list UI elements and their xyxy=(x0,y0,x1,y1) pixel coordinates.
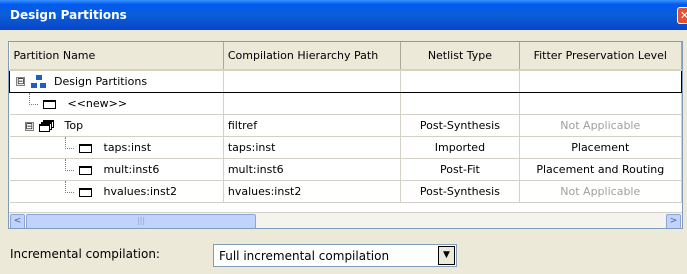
partition-name-cell[interactable]: ⊟ Top xyxy=(9,114,224,137)
hierarchy-path-cell[interactable]: mult:inst6 xyxy=(223,158,402,181)
scroll-thumb[interactable]: ||| xyxy=(26,214,256,228)
tree-connector xyxy=(64,181,74,193)
partition-group-icon xyxy=(39,120,55,132)
partitions-table: Partition Name Compilation Hierarchy Pat… xyxy=(9,42,682,203)
table-header-row: Partition Name Compilation Hierarchy Pat… xyxy=(9,42,682,71)
horizontal-scrollbar[interactable]: < ||| > xyxy=(9,212,682,228)
hierarchy-icon xyxy=(30,74,47,89)
hierarchy-path-cell[interactable]: taps:inst xyxy=(223,136,402,159)
hierarchy-path-cell[interactable]: hvalues:inst2 xyxy=(223,180,402,203)
table-row[interactable]: hvalues:inst2 hvalues:inst2 Post-Synthes… xyxy=(9,180,682,203)
partition-name-cell[interactable]: hvalues:inst2 xyxy=(9,180,224,203)
fitter-level-cell[interactable]: Placement xyxy=(519,136,682,159)
partitions-table-panel: Partition Name Compilation Hierarchy Pat… xyxy=(8,41,683,229)
netlist-type-cell[interactable]: Post-Synthesis xyxy=(400,180,520,203)
partition-name: <<new>> xyxy=(67,97,128,110)
partition-icon xyxy=(79,165,92,175)
hierarchy-path-cell[interactable] xyxy=(223,92,402,115)
table-row[interactable]: <<new>> xyxy=(9,92,682,115)
tree-connector xyxy=(64,159,74,171)
netlist-type-cell[interactable] xyxy=(400,69,520,93)
netlist-type-cell[interactable] xyxy=(400,92,520,115)
collapse-toggle-icon[interactable]: ⊟ xyxy=(16,77,25,87)
hierarchy-path-cell[interactable]: filtref xyxy=(223,114,402,137)
partition-icon xyxy=(43,99,56,109)
netlist-type-cell[interactable]: Imported xyxy=(400,136,520,159)
fitter-level-cell[interactable] xyxy=(519,92,682,115)
close-button[interactable]: ✕ xyxy=(677,7,687,24)
fitter-level-cell[interactable]: Not Applicable xyxy=(519,114,682,137)
fitter-level-cell[interactable]: Placement and Routing xyxy=(519,158,682,181)
column-header-hierarchy-path[interactable]: Compilation Hierarchy Path xyxy=(223,42,402,71)
fitter-level-cell[interactable]: Not Applicable xyxy=(519,180,682,203)
scroll-right-button[interactable]: > xyxy=(666,214,681,228)
column-header-fitter-level[interactable]: Fitter Preservation Level xyxy=(519,42,682,71)
collapse-toggle-icon[interactable]: ⊟ xyxy=(24,121,34,131)
incremental-compilation-label: Incremental compilation: xyxy=(10,247,160,261)
partition-name: taps:inst xyxy=(103,141,152,154)
incremental-compilation-value: Full incremental compilation xyxy=(219,249,390,263)
window-title: Design Partitions xyxy=(10,8,127,22)
partition-name-cell[interactable]: <<new>> xyxy=(9,92,224,115)
netlist-type-cell[interactable]: Post-Synthesis xyxy=(400,114,520,137)
partition-name: Top xyxy=(64,119,84,132)
dropdown-arrow-icon[interactable]: ▼ xyxy=(438,246,455,265)
table-row[interactable]: ⊟ Top filtref Post-Synthesis Not Applica… xyxy=(9,114,682,137)
partition-name-cell[interactable]: ⊟ Design Partitions xyxy=(9,69,224,93)
partition-name-cell[interactable]: taps:inst xyxy=(9,136,224,159)
partition-icon xyxy=(79,187,92,197)
title-bar: Design Partitions ✕ xyxy=(0,0,687,30)
netlist-type-cell[interactable]: Post-Fit xyxy=(400,158,520,181)
incremental-compilation-select[interactable]: Full incremental compilation ▼ xyxy=(213,244,457,267)
table-row[interactable]: taps:inst taps:inst Imported Placement xyxy=(9,136,682,159)
hierarchy-path-cell[interactable] xyxy=(223,69,402,93)
fitter-level-cell[interactable] xyxy=(519,69,682,93)
partition-name-cell[interactable]: mult:inst6 xyxy=(9,158,224,181)
partition-name: Design Partitions xyxy=(54,74,148,88)
tree-connector xyxy=(28,93,38,105)
table-row[interactable]: ⊟ Design Partitions xyxy=(9,69,682,93)
partition-name: hvalues:inst2 xyxy=(103,185,178,198)
partition-icon xyxy=(79,143,92,153)
column-header-partition-name[interactable]: Partition Name xyxy=(9,42,224,71)
tree-connector xyxy=(64,137,74,149)
scroll-left-button[interactable]: < xyxy=(10,214,25,228)
partition-name: mult:inst6 xyxy=(103,163,160,176)
column-header-netlist-type[interactable]: Netlist Type xyxy=(400,42,520,71)
table-row[interactable]: mult:inst6 mult:inst6 Post-Fit Placement… xyxy=(9,158,682,181)
